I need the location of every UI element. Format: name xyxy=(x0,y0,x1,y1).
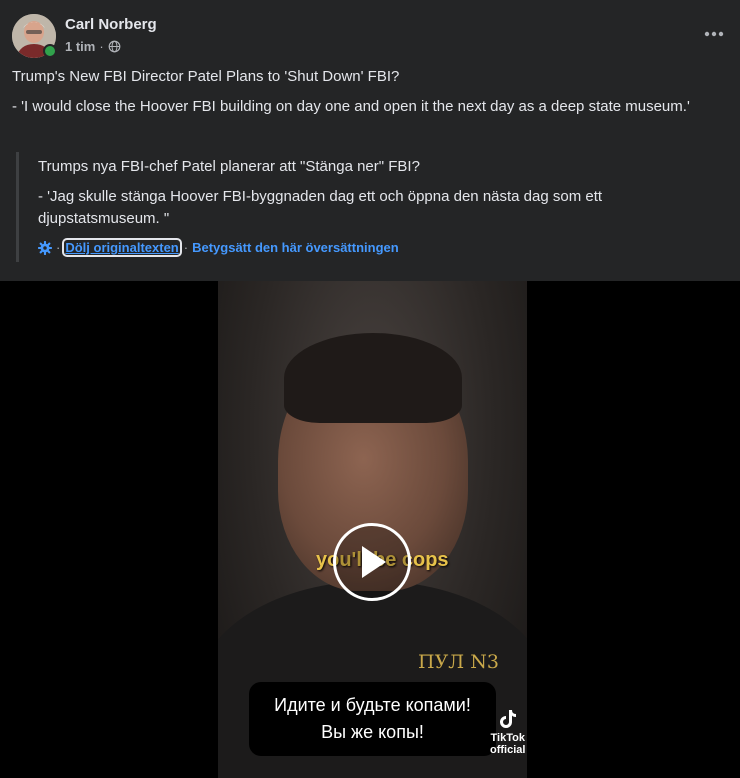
author-name[interactable]: Carl Norberg xyxy=(65,16,157,33)
hide-original-link[interactable]: Dölj originaltexten xyxy=(62,238,182,257)
gear-icon xyxy=(38,240,52,255)
play-icon xyxy=(362,546,386,578)
tiktok-watermark: TikTok official xyxy=(490,709,525,756)
more-options-button[interactable] xyxy=(700,20,728,48)
post-body: - 'I would close the Hoover FBI building… xyxy=(12,98,690,115)
actions-dot: · xyxy=(183,240,189,255)
post-time[interactable]: 1 tim xyxy=(65,39,95,54)
rate-translation-link[interactable]: Betygsätt den här översättningen xyxy=(192,240,399,255)
translation-title: Trumps nya FBI-chef Patel planerar att "… xyxy=(38,158,420,175)
post-meta: 1 tim · xyxy=(65,39,121,54)
tiktok-icon xyxy=(499,710,516,728)
post-title: Trump's New FBI Director Patel Plans to … xyxy=(12,68,400,85)
post-header: Carl Norberg 1 tim · xyxy=(12,14,728,58)
meta-separator: · xyxy=(99,39,104,54)
translation-block: Trumps nya FBI-chef Patel planerar att "… xyxy=(16,152,709,262)
translation-body: - 'Jag skulle stänga Hoover FBI-byggnade… xyxy=(38,188,603,227)
russian-caption-line2: Вы же копы! xyxy=(321,722,424,742)
feed-post: Carl Norberg 1 tim · Trump's New FBI Dir… xyxy=(0,0,740,778)
globe-icon xyxy=(108,40,121,53)
actions-dot: · xyxy=(56,240,61,255)
russian-caption-line1: Идите и будьте копами! xyxy=(274,695,471,715)
play-button[interactable] xyxy=(333,523,411,601)
video-caption-pul: ПУЛ N3 xyxy=(418,651,499,673)
translation-actions: · Dölj originaltexten · Betygsätt den hä… xyxy=(38,238,399,257)
video-person-hair xyxy=(284,333,462,423)
video-player[interactable]: you'll be cops ПУЛ N3 Идите и будьте коп… xyxy=(0,281,740,778)
russian-caption-box: Идите и будьте копами! Вы же копы! xyxy=(249,682,496,756)
more-horizontal-icon xyxy=(704,31,724,37)
online-status-dot xyxy=(43,44,57,58)
tiktok-label: TikTok xyxy=(490,732,525,744)
tiktok-handle: official xyxy=(490,744,526,756)
